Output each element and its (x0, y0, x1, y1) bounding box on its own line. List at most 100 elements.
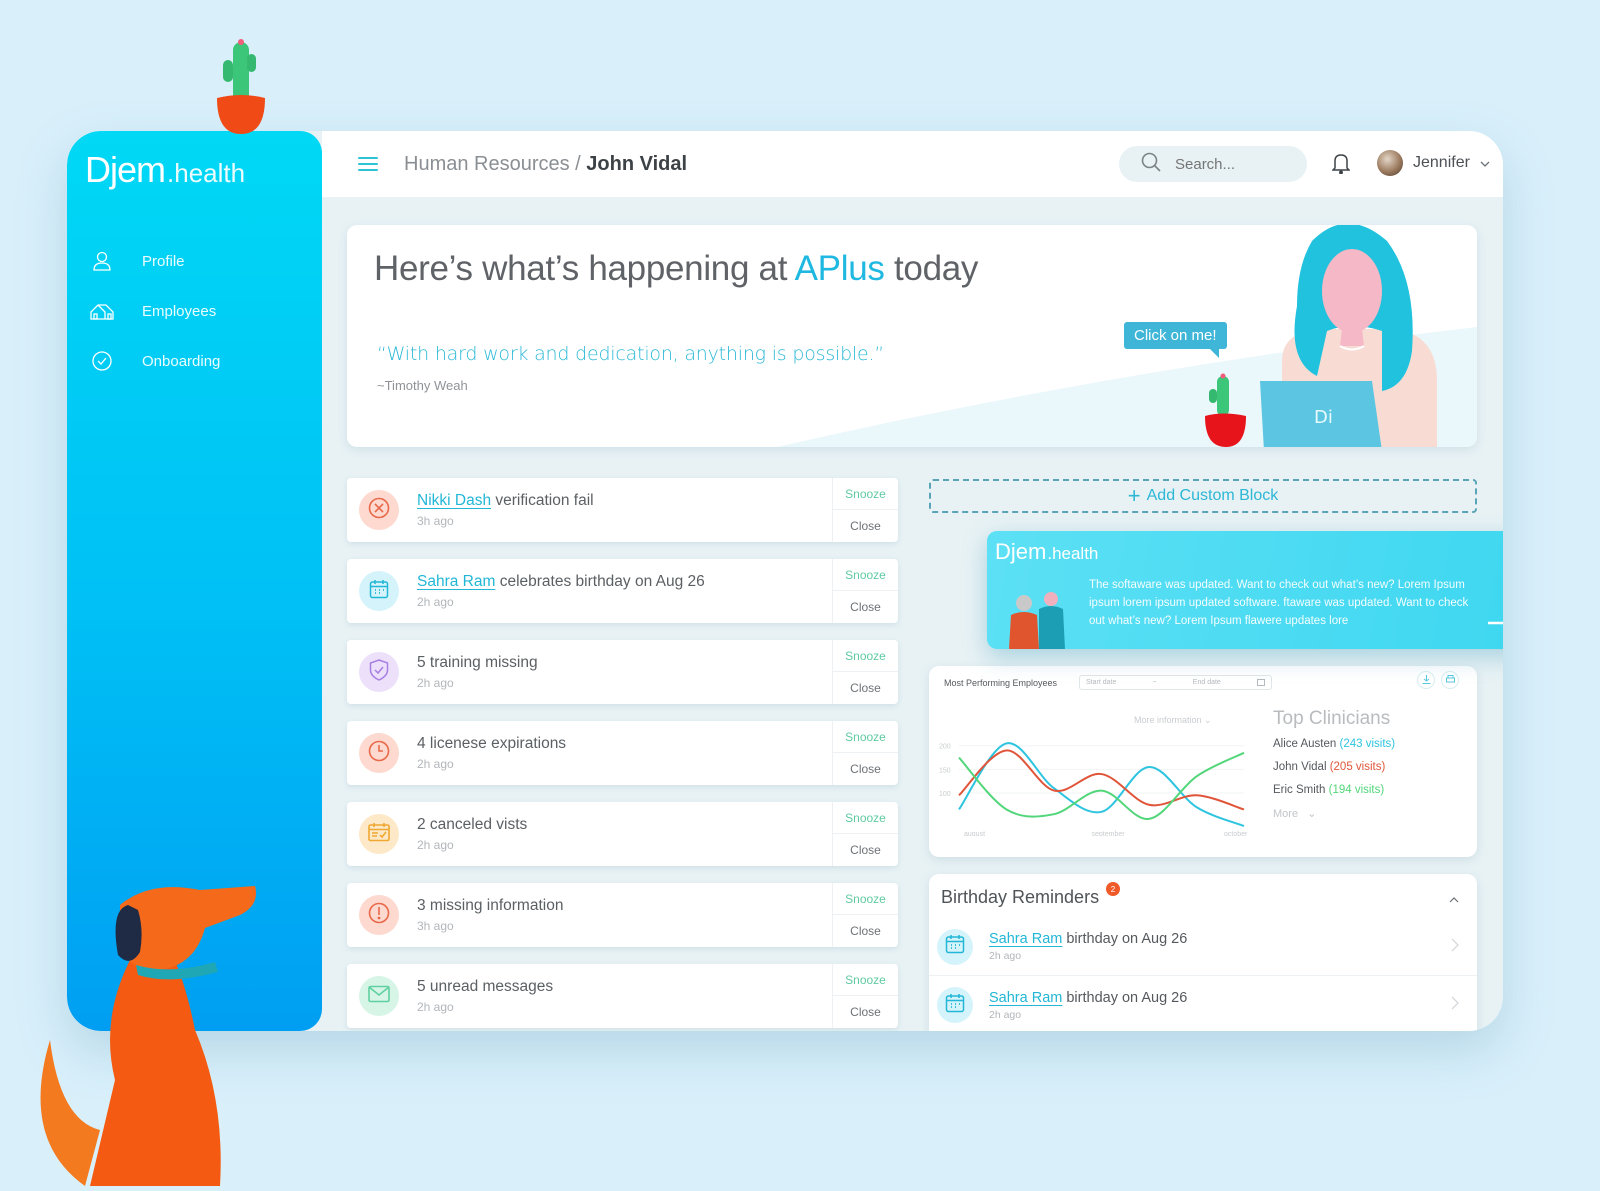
notification-icon-badge (359, 895, 399, 935)
breadcrumb-parent[interactable]: Human Resources (404, 153, 570, 175)
search-input[interactable] (1175, 155, 1295, 173)
clinician-row[interactable]: Eric Smith (194 visits) (1273, 784, 1395, 796)
top-clinicians: Top Clinicians Alice Austen (243 visits)… (1273, 708, 1395, 820)
sidebar-item-employees[interactable]: Employees (87, 286, 220, 336)
user-name: Jennifer (1413, 154, 1470, 171)
birthday-time: 2h ago (989, 950, 1022, 962)
birthday-reminders-title: Birthday Reminders (941, 887, 1100, 907)
clinician-visits: (194 visits) (1328, 784, 1385, 796)
app-window: Djem .health Profile Employees Onboardin… (67, 131, 1503, 1031)
notification-time: 2h ago (417, 838, 454, 852)
logo-suffix: .health (167, 158, 246, 188)
close-button[interactable]: Close (833, 672, 898, 704)
more-information-dropdown[interactable]: More information ⌄ (1134, 715, 1212, 726)
birthday-count-badge: 2 (1106, 882, 1120, 896)
notification-time: 2h ago (417, 595, 454, 609)
clinician-row[interactable]: John Vidal (205 visits) (1273, 761, 1395, 773)
user-icon (87, 250, 117, 272)
close-button[interactable]: Close (833, 915, 898, 947)
snooze-button[interactable]: Snooze (833, 559, 898, 591)
snooze-button[interactable]: Snooze (833, 883, 898, 915)
sidebar-nav: Profile Employees Onboarding (87, 236, 220, 386)
notification-title: 5 unread messages (417, 978, 554, 995)
close-button[interactable]: Close (833, 753, 898, 785)
notification-time: 2h ago (417, 1000, 454, 1014)
birthday-person-link[interactable]: Sahra Ram (989, 931, 1062, 947)
top-clinicians-title: Top Clinicians (1273, 708, 1391, 729)
birthday-title: Sahra Ram birthday on Aug 26 (989, 931, 1188, 947)
update-card-logo: Djem .health (995, 539, 1099, 564)
arrow-right-icon[interactable] (1486, 611, 1503, 640)
end-date-input[interactable]: End date (1193, 679, 1221, 686)
close-button[interactable]: Close (833, 996, 898, 1028)
close-button[interactable]: Close (833, 510, 898, 542)
notification-title: Nikki Dash verification fail (417, 492, 594, 509)
notification-item: 4 licenese expirations 2h ago Snooze Clo… (347, 721, 898, 785)
bell-icon[interactable] (1331, 152, 1351, 179)
calendar-icon (369, 579, 389, 604)
clinician-visits: (205 visits) (1329, 761, 1386, 773)
y-tick-label: 100 (939, 791, 951, 798)
notification-person-link[interactable]: Nikki Dash (417, 492, 491, 509)
notification-item: 5 training missing 2h ago Snooze Close (347, 640, 898, 704)
birthday-person-link[interactable]: Sahra Ram (989, 990, 1062, 1006)
notification-item: Sahra Ram celebrates birthday on Aug 26 … (347, 559, 898, 623)
sidebar-item-label: Profile (142, 252, 185, 270)
more-clinicians-button[interactable]: More ⌄ (1273, 807, 1395, 820)
snooze-button[interactable]: Snooze (833, 802, 898, 834)
birthday-reminder-item[interactable]: Sahra Ram birthday on Aug 26 2h ago (929, 918, 1477, 976)
print-button[interactable] (1441, 671, 1459, 689)
clinician-row[interactable]: Alice Austen (243 visits) (1273, 738, 1395, 750)
menu-icon[interactable] (358, 153, 378, 175)
birthday-reminders-card: Birthday Reminders 2 Sahra Ram birthday … (929, 874, 1477, 1031)
notification-person-link[interactable]: Sahra Ram (417, 573, 495, 590)
birthday-title: Sahra Ram birthday on Aug 26 (989, 989, 1188, 1006)
close-button[interactable]: Close (833, 591, 898, 623)
add-block-label: Add Custom Block (1146, 487, 1279, 504)
birthday-time: 2h ago (989, 1008, 1022, 1021)
y-tick-label: 150 (939, 767, 951, 774)
start-date-input[interactable]: Start date (1086, 679, 1116, 686)
snooze-button[interactable]: Snooze (833, 478, 898, 510)
mail-icon (368, 985, 390, 1008)
brand-logo[interactable]: Djem .health (85, 149, 245, 191)
woman-laptop-illustration[interactable]: Di (1202, 225, 1462, 447)
x-tick-label: august (964, 831, 985, 836)
close-button[interactable]: Close (833, 834, 898, 866)
user-menu[interactable]: Jennifer (1377, 150, 1490, 176)
print-icon (1445, 671, 1455, 689)
check-circle-icon (87, 350, 117, 372)
chevron-up-icon[interactable] (1449, 890, 1459, 908)
date-range-picker[interactable]: Start date ~ End date (1079, 675, 1272, 690)
notification-item: 2 canceled vists 2h ago Snooze Close (347, 802, 898, 866)
notification-title: 4 licenese expirations (417, 735, 567, 752)
notification-item: 5 unread messages 2h ago Snooze Close (347, 964, 898, 1028)
date-separator: ~ (1152, 679, 1157, 686)
snooze-button[interactable]: Snooze (833, 964, 898, 996)
cactus-illustration (215, 36, 267, 141)
add-custom-block-button[interactable]: + Add Custom Block (929, 479, 1477, 513)
daily-quote: “With hard work and dedication, anything… (377, 343, 885, 365)
snooze-button[interactable]: Snooze (833, 640, 898, 672)
birthday-reminder-item[interactable]: Sahra Ram birthday on Aug 26 2h ago (929, 976, 1477, 1031)
svg-text:Di: Di (1314, 407, 1333, 428)
nurse-patient-illustration (1009, 592, 1065, 649)
update-card-text: The softaware was updated. Want to check… (1089, 579, 1469, 627)
search-box[interactable] (1119, 146, 1307, 182)
chart-title: Most Performing Employees (944, 678, 1058, 688)
calendar-icon-badge (937, 987, 973, 1023)
calendar-icon (945, 993, 965, 1018)
notification-icon-badge (359, 571, 399, 611)
notification-icon-badge (359, 733, 399, 773)
performance-line-chart: 100 150 200 august september october (939, 742, 1248, 836)
software-update-card[interactable]: Djem .health The softaware was updated. W… (987, 531, 1503, 649)
snooze-button[interactable]: Snooze (833, 721, 898, 753)
notification-time: 3h ago (417, 514, 454, 528)
clinician-name: Alice Austen (1273, 738, 1337, 750)
dog-illustration (20, 880, 260, 1191)
breadcrumb: Human Resources / John Vidal (404, 153, 687, 176)
download-button[interactable] (1417, 671, 1435, 689)
company-name: APlus (794, 249, 885, 288)
sidebar-item-profile[interactable]: Profile (87, 236, 220, 286)
sidebar-item-onboarding[interactable]: Onboarding (87, 336, 220, 386)
